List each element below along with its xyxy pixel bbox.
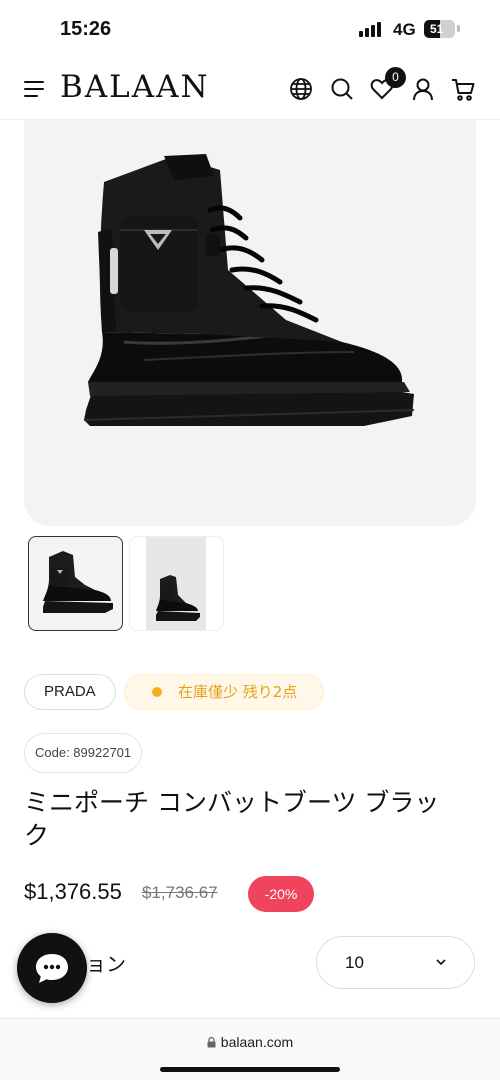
boot-thumbnail-1 [43, 551, 113, 613]
thumbnail-2[interactable] [129, 536, 224, 631]
url-container: balaan.com [0, 1034, 500, 1050]
thumbnail-1[interactable] [28, 536, 123, 631]
battery-cap [457, 25, 460, 32]
signal-strength-icon [359, 21, 385, 37]
search-icon[interactable] [328, 75, 356, 103]
option-label: ョン [86, 952, 126, 976]
stock-status-text: 在庫僅少 残り2点 [178, 683, 298, 701]
status-time: 15:26 [60, 18, 112, 40]
battery-percent: 51 [430, 22, 444, 36]
sale-price: $1,376.55 [24, 879, 122, 904]
menu-icon[interactable] [24, 81, 46, 97]
stock-dot-icon [152, 687, 162, 697]
discount-badge: -20% [248, 876, 314, 912]
chat-bubble-icon [36, 954, 68, 983]
original-price: $1,736.67 [142, 883, 218, 902]
product-code-badge: Code: 89922701 [24, 733, 143, 773]
site-header: BALAAN [0, 58, 500, 120]
chat-button[interactable] [17, 933, 87, 1003]
status-bar: 15:26 4G 51 [0, 0, 500, 56]
wishlist-count-badge: 0 [385, 67, 406, 88]
network-type: 4G [393, 20, 416, 39]
option-select[interactable]: 10 [316, 936, 475, 989]
stock-status-badge: 在庫僅少 残り2点 [124, 674, 324, 710]
option-selected-value: 10 [345, 953, 364, 972]
product-main-image[interactable] [24, 120, 476, 526]
chevron-down-icon [436, 959, 446, 966]
boot-image [83, 154, 415, 426]
brand-badge[interactable]: PRADA [24, 674, 116, 710]
url-text: balaan.com [220, 1034, 294, 1050]
globe-icon[interactable] [287, 75, 315, 103]
boot-thumbnail-2 [156, 575, 200, 621]
product-title: ミニポーチ コンバットブーツ ブラック [24, 788, 440, 850]
battery-icon: 51 [424, 20, 455, 38]
lock-icon [207, 1037, 216, 1048]
user-icon[interactable] [409, 75, 437, 103]
home-indicator [160, 1067, 340, 1072]
logo[interactable]: BALAAN [60, 69, 210, 105]
cart-icon[interactable] [449, 75, 477, 103]
